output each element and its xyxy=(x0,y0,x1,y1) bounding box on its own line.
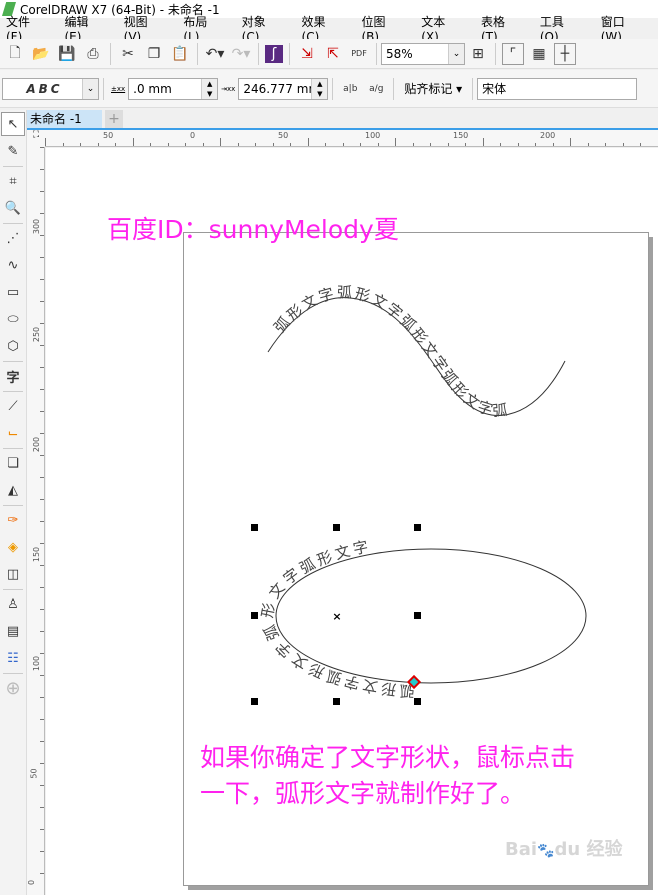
center-x-icon[interactable]: × xyxy=(332,610,341,623)
annotation-line-2: 一下，弧形文字就制作好了。 xyxy=(200,779,526,808)
annotation-line-1: 如果你确定了文字形状，鼠标点击 xyxy=(200,743,576,772)
annotation-top: 百度ID：sunnyMelody夏 xyxy=(107,215,399,244)
annotation-bottom: 如果你确定了文字形状，鼠标点击 一下，弧形文字就制作好了。 xyxy=(200,740,575,812)
baidu-watermark: Bai🐾du 经验 xyxy=(505,839,623,860)
